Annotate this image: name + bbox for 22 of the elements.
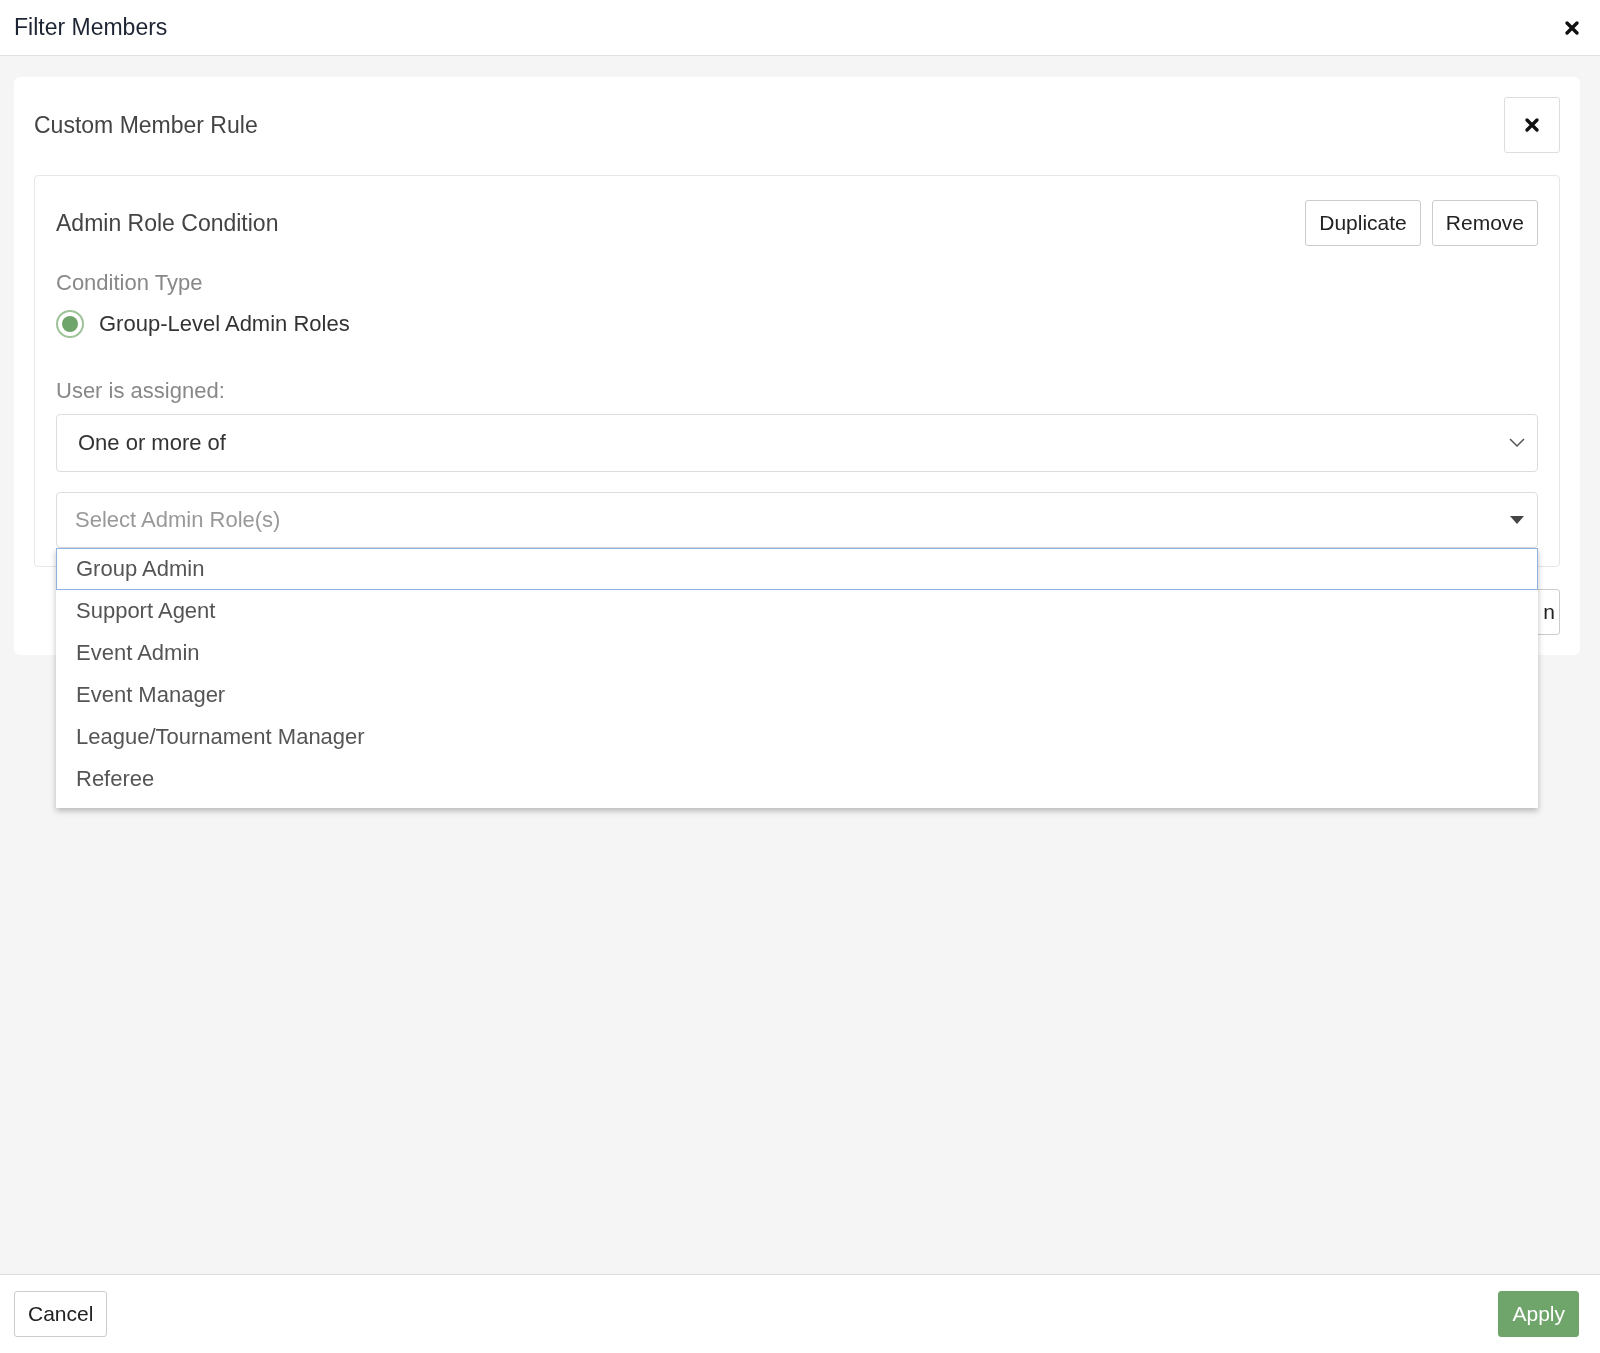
role-option[interactable]: Group Admin	[56, 548, 1538, 590]
role-option[interactable]: Support Agent	[56, 590, 1538, 632]
roles-field[interactable]: Select Admin Role(s)	[56, 492, 1538, 548]
dialog-title: Filter Members	[14, 14, 168, 41]
radio-label: Group-Level Admin Roles	[99, 311, 350, 337]
radio-button[interactable]	[56, 310, 84, 338]
assignment-select[interactable]: One or more of	[56, 414, 1538, 472]
rule-title: Custom Member Rule	[34, 111, 258, 139]
role-option[interactable]: Event Manager	[56, 674, 1538, 716]
role-option[interactable]: Referee	[56, 758, 1538, 800]
close-icon	[1524, 117, 1540, 133]
chevron-down-icon	[1509, 438, 1525, 448]
cancel-button[interactable]: Cancel	[14, 1291, 108, 1337]
condition-button[interactable]: Remove	[1431, 200, 1538, 246]
role-option[interactable]: Event Admin	[56, 632, 1538, 674]
condition-button[interactable]: Duplicate	[1305, 200, 1421, 246]
condition-title: Admin Role Condition	[56, 209, 279, 237]
close-icon	[1564, 19, 1580, 36]
assigned-label: User is assigned:	[56, 378, 226, 404]
condition-type-label: Condition Type	[56, 270, 204, 296]
remove-rule-button[interactable]	[1504, 97, 1560, 153]
role-option[interactable]: League/Tournament Manager	[56, 716, 1538, 758]
